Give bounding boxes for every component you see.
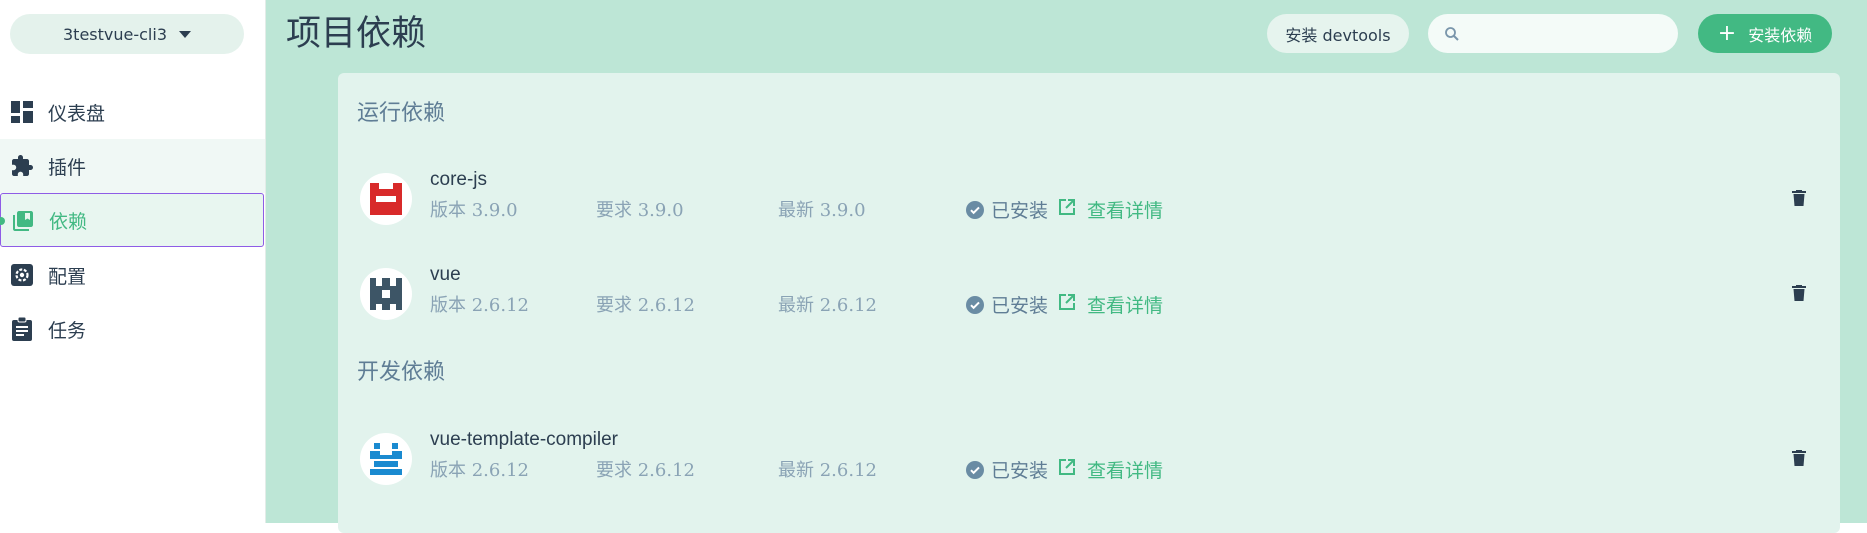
dashboard-icon	[10, 100, 34, 124]
main-content: 项目依赖 安装 devtools + 安装依赖 运行依赖 core-js 版本 …	[266, 0, 1867, 533]
page-title: 项目依赖	[286, 14, 427, 54]
delete-icon[interactable]	[1792, 187, 1810, 209]
check-circle-icon	[966, 460, 984, 479]
dependency-version: 版本 3.9.0	[430, 200, 518, 221]
dependency-name: vue	[430, 264, 461, 285]
sidebar-item-label: 任务	[48, 319, 87, 342]
open-in-new-icon	[1058, 198, 1076, 221]
search-box[interactable]	[1428, 14, 1678, 53]
library-books-icon	[11, 209, 35, 233]
sidebar-item-label: 依赖	[49, 210, 88, 233]
section-title-runtime: 运行依赖	[357, 101, 446, 126]
install-devtools-label: 安装 devtools	[1285, 25, 1391, 45]
dependency-latest: 最新 2.6.12	[778, 460, 877, 481]
dependency-row: vue 版本 2.6.12 要求 2.6.12 最新 2.6.12 已安装 查看…	[338, 260, 1840, 330]
sidebar-item-plugins[interactable]: 插件	[0, 139, 265, 193]
install-devtools-button[interactable]: 安装 devtools	[1267, 14, 1409, 53]
sidebar-item-tasks[interactable]: 任务	[0, 302, 265, 356]
view-details-link[interactable]: 查看详情	[1058, 456, 1163, 483]
sidebar-item-dashboard[interactable]: 仪表盘	[0, 85, 265, 139]
sidebar-item-label: 仪表盘	[48, 102, 106, 125]
vue-template-compiler-logo	[360, 433, 412, 485]
dependency-latest: 最新 3.9.0	[778, 200, 866, 221]
dependency-required: 要求 2.6.12	[596, 460, 695, 481]
dependency-version: 版本 2.6.12	[430, 295, 529, 316]
puzzle-icon	[10, 154, 34, 178]
dependency-name: core-js	[430, 169, 488, 190]
open-in-new-icon	[1058, 458, 1076, 481]
project-selector[interactable]: 3testvue-cli3	[10, 14, 244, 54]
search-icon	[1444, 26, 1460, 42]
installed-status: 已安装	[966, 196, 1048, 223]
install-dependency-button[interactable]: + 安装依赖	[1698, 14, 1832, 53]
view-details-link[interactable]: 查看详情	[1058, 196, 1163, 223]
settings-icon	[10, 263, 34, 287]
clipboard-icon	[10, 317, 34, 341]
plus-icon: +	[1717, 20, 1737, 46]
view-details-link[interactable]: 查看详情	[1058, 291, 1163, 318]
project-name: 3testvue-cli3	[63, 24, 167, 44]
caret-down-icon	[179, 30, 191, 38]
core-js-logo	[360, 173, 412, 225]
delete-icon[interactable]	[1792, 282, 1810, 304]
install-dependency-label: 安装依赖	[1748, 25, 1813, 45]
dependency-version: 版本 2.6.12	[430, 460, 529, 481]
dependency-panel: 运行依赖 core-js 版本 3.9.0 要求 3.9.0 最新 3.9.0 …	[338, 73, 1840, 533]
dependency-required: 要求 2.6.12	[596, 295, 695, 316]
dependency-latest: 最新 2.6.12	[778, 295, 877, 316]
sidebar-item-label: 配置	[48, 265, 87, 288]
installed-status: 已安装	[966, 456, 1048, 483]
sidebar-item-dependencies[interactable]: 依赖	[0, 193, 264, 247]
dependency-name: vue-template-compiler	[430, 429, 618, 450]
sidebar-item-configuration[interactable]: 配置	[0, 248, 265, 302]
installed-status: 已安装	[966, 291, 1048, 318]
dependency-required: 要求 3.9.0	[596, 200, 684, 221]
search-input[interactable]	[1468, 20, 1672, 49]
section-title-dev: 开发依赖	[357, 360, 446, 385]
dependency-row: core-js 版本 3.9.0 要求 3.9.0 最新 3.9.0 已安装 查…	[338, 165, 1840, 235]
check-circle-icon	[966, 200, 984, 219]
check-circle-icon	[966, 295, 984, 314]
vue-logo	[360, 268, 412, 320]
sidebar-item-label: 插件	[48, 156, 87, 179]
active-indicator	[0, 217, 5, 225]
sidebar: 3testvue-cli3 仪表盘 插件 依赖 配置 任务	[0, 0, 266, 523]
open-in-new-icon	[1058, 293, 1076, 316]
delete-icon[interactable]	[1792, 447, 1810, 469]
dependency-row: vue-template-compiler 版本 2.6.12 要求 2.6.1…	[338, 425, 1840, 495]
